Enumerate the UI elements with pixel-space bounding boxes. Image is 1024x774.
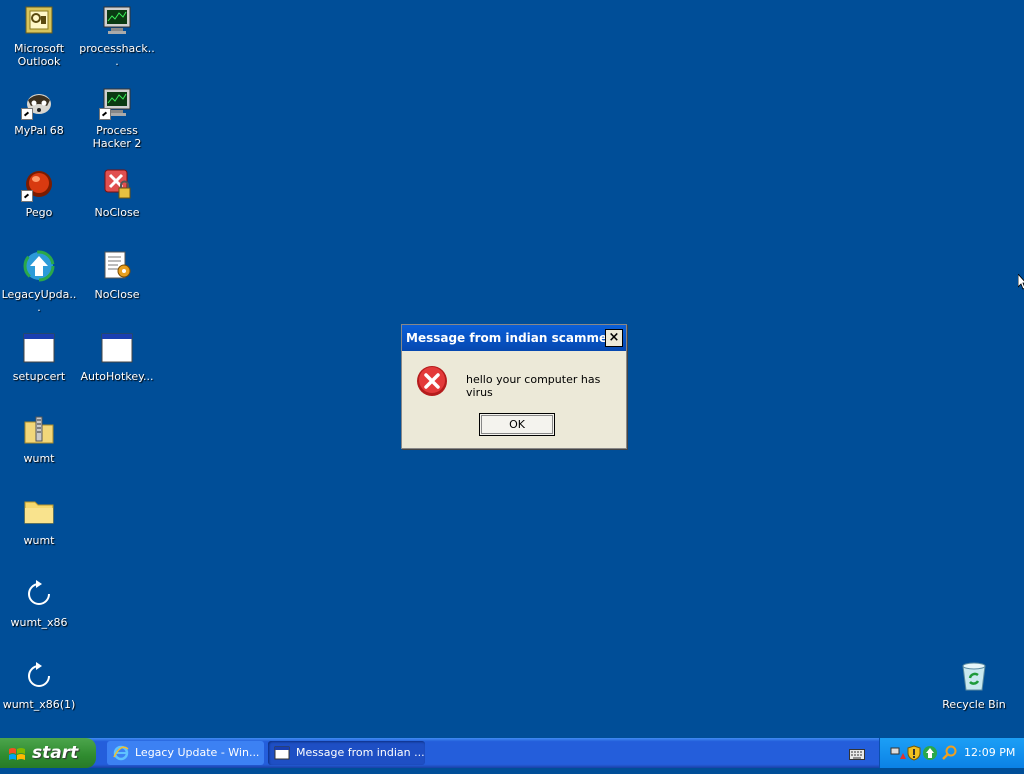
desktop-icon-label: processhack... [79, 42, 155, 68]
legacy-update-icon [23, 250, 55, 282]
shortcut-arrow-icon [21, 190, 33, 202]
desktop-icon-wumt-folder[interactable]: wumt [0, 496, 78, 547]
desktop-icon-label: wumt [23, 452, 55, 465]
desktop-icon-label: Recycle Bin [942, 698, 1006, 711]
mypal-icon [21, 86, 55, 120]
desktop-icon-wumt-x86-1[interactable]: wumt_x86(1) [0, 660, 78, 711]
close-icon: × [608, 330, 620, 345]
task-button-legacy-update[interactable]: Legacy Update - Win... [107, 741, 264, 765]
desktop-icon-noclose[interactable]: NoClose [78, 168, 156, 219]
message-dialog: Message from indian scammer × hello your… [401, 324, 627, 449]
outlook-icon [23, 4, 55, 36]
folder-icon [23, 496, 55, 528]
taskbar: start Legacy Update - Win... Message fro… [0, 738, 1024, 768]
security-shield-icon[interactable] [906, 745, 922, 761]
desktop-icon-setupcert[interactable]: setupcert [0, 332, 78, 383]
desktop-icon-pego[interactable]: Pego [0, 168, 78, 219]
shortcut-arrow-icon [21, 108, 33, 120]
desktop-icon-microsoft-outlook[interactable]: Microsoft Outlook [0, 4, 78, 68]
refresh-icon [23, 660, 55, 692]
window-icon [23, 332, 55, 364]
task-label: Message from indian ... [296, 746, 425, 759]
clock[interactable]: 12:09 PM [964, 738, 1015, 768]
process-hacker-icon [99, 86, 133, 120]
desktop-icon-label: Microsoft Outlook [13, 42, 65, 68]
dialog-message: hello your computer has virus [466, 373, 601, 399]
window-icon [101, 332, 133, 364]
dialog-titlebar[interactable]: Message from indian scammer × [402, 325, 626, 351]
desktop-icon-label: Process Hacker 2 [92, 124, 142, 150]
task-label: Legacy Update - Win... [135, 746, 260, 759]
desktop-icon-label: wumt [23, 534, 55, 547]
internet-explorer-icon [113, 745, 129, 761]
desktop-icon-label: NoClose [94, 288, 140, 301]
windows-flag-icon [8, 744, 26, 762]
desktop-icon-label: wumt_x86 [10, 616, 68, 629]
window-icon [274, 745, 290, 761]
desktop-icon-wumt-x86[interactable]: wumt_x86 [0, 578, 78, 629]
keyboard-icon[interactable] [849, 746, 865, 760]
noclose-script-icon [101, 250, 133, 282]
ok-button[interactable]: OK [479, 413, 555, 436]
start-button[interactable]: start [0, 738, 96, 768]
pego-icon [21, 168, 55, 202]
dialog-title: Message from indian scammer [406, 331, 614, 345]
noclose-icon [101, 168, 133, 200]
desktop-icon-wumt-zip[interactable]: wumt [0, 414, 78, 465]
desktop-icon-label: wumt_x86(1) [2, 698, 76, 711]
desktop-icon-label: NoClose [94, 206, 140, 219]
zip-folder-icon [23, 414, 55, 446]
update-icon[interactable] [922, 745, 938, 761]
desktop-icon-label: Pego [25, 206, 53, 219]
desktop-icon-legacy-update[interactable]: LegacyUpda... [0, 250, 78, 314]
desktop-icon-process-hacker-2[interactable]: Process Hacker 2 [78, 86, 156, 150]
desktop-icon-recycle-bin[interactable]: Recycle Bin [935, 660, 1013, 711]
shortcut-arrow-icon [99, 108, 111, 120]
desktop-icon-mypal[interactable]: MyPal 68 [0, 86, 78, 137]
desktop-icon-processhacker[interactable]: processhack... [78, 4, 156, 68]
system-tray: 12:09 PM [879, 738, 1024, 768]
desktop-icon-label: LegacyUpda... [1, 288, 77, 314]
process-hacker-icon [101, 4, 133, 36]
desktop-icon-label: AutoHotkey... [80, 370, 154, 383]
refresh-icon [23, 578, 55, 610]
desktop-icon-label: setupcert [12, 370, 66, 383]
desktop-icon-noclose-script[interactable]: NoClose [78, 250, 156, 301]
network-warning-icon[interactable] [890, 745, 906, 761]
start-label: start [32, 743, 79, 763]
mouse-cursor-icon [1017, 272, 1024, 290]
error-icon [416, 365, 448, 397]
recycle-bin-icon [958, 660, 990, 692]
task-button-message[interactable]: Message from indian ... [268, 741, 425, 765]
desktop-icon-label: MyPal 68 [14, 124, 64, 137]
dialog-close-button[interactable]: × [605, 329, 623, 347]
desktop-icon-autohotkey[interactable]: AutoHotkey... [78, 332, 156, 383]
search-icon[interactable] [942, 745, 958, 761]
